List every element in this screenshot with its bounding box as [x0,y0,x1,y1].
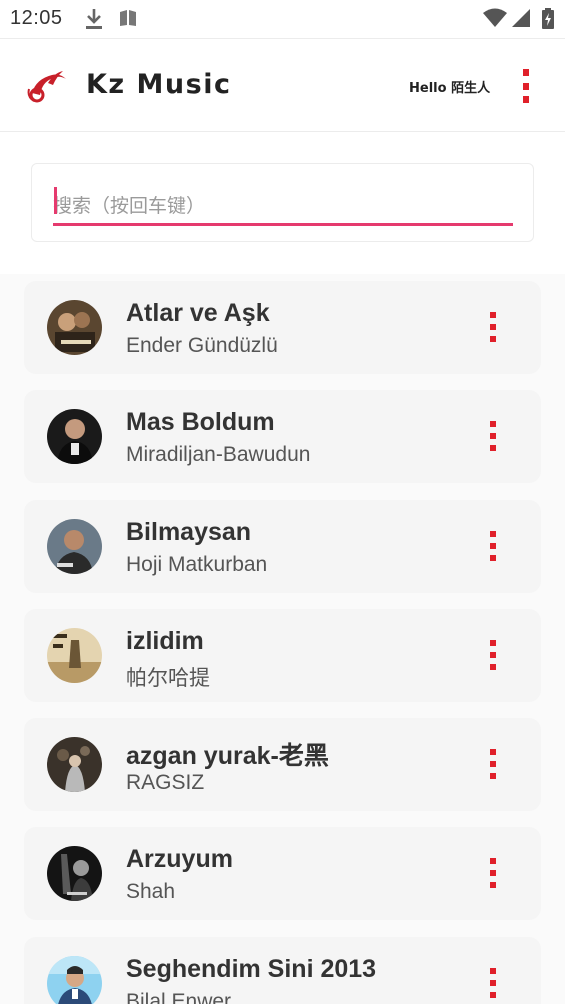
greeting-text: Hello 陌生人 [409,81,491,96]
album-cover [47,409,102,464]
song-card[interactable]: Mas Boldum Miradiljan-Bawudun [24,390,541,483]
song-list[interactable]: Atlar ve Aşk Ender Gündüzlü Mas Boldum M… [0,274,565,1004]
song-artist: RAGSIZ [126,771,205,794]
search-section [0,132,565,274]
battery-icon [541,8,555,35]
menu-dot [490,652,496,658]
menu-dot [490,858,496,864]
menu-dot [490,882,496,888]
song-artist: Bilal Enwer [126,990,232,1004]
more-vertical-icon[interactable] [490,531,498,561]
menu-dot [523,96,529,103]
song-artist: Miradiljan-Bawudun [126,443,311,466]
signal-icon [511,8,531,33]
menu-dot [490,968,496,974]
status-time: 12:05 [10,7,63,29]
more-vertical-icon[interactable] [490,968,498,998]
menu-dot [490,312,496,318]
song-card[interactable]: Atlar ve Aşk Ender Gündüzlü [24,281,541,374]
app-header: Kz Music Hello 陌生人 [0,38,565,132]
book-icon [118,8,138,33]
menu-dot [490,773,496,779]
menu-dot [523,69,529,76]
song-artist: Shah [126,880,176,903]
menu-dot [490,761,496,767]
more-vertical-icon[interactable] [490,640,498,670]
more-vertical-icon[interactable] [490,312,498,342]
song-title: Atlar ve Aşk [126,299,270,327]
search-input[interactable] [53,186,513,226]
menu-dot [523,82,529,90]
song-title: Arzuyum [126,845,233,873]
song-title: Seghendim Sini 2013 [126,955,377,983]
download-icon [84,8,104,35]
song-card[interactable]: Arzuyum Shah [24,827,541,920]
song-title: izlidim [126,627,204,655]
song-card[interactable]: izlidim 帕尔哈提 [24,609,541,702]
menu-dot [490,640,496,646]
song-artist: Ender Gündüzlü [126,334,278,357]
menu-dot [490,749,496,755]
menu-dot [490,433,496,439]
album-cover [47,300,102,355]
app-title: Kz Music [86,69,232,100]
wifi-icon [482,8,508,33]
menu-dot [490,531,496,537]
album-cover [47,846,102,901]
music-note-logo-icon [26,65,70,110]
song-card[interactable]: Bilmaysan Hoji Matkurban [24,500,541,593]
song-card[interactable]: Seghendim Sini 2013 Bilal Enwer [24,937,541,1004]
menu-dot [490,336,496,342]
album-cover [47,628,102,683]
more-vertical-icon[interactable] [490,858,498,888]
album-cover [47,519,102,574]
text-cursor [54,187,57,214]
song-title: Bilmaysan [126,518,252,546]
menu-dot [490,324,496,330]
song-artist: 帕尔哈提 [126,667,210,690]
menu-dot [490,992,496,998]
song-artist: Hoji Matkurban [126,553,268,576]
more-vertical-icon[interactable] [490,421,498,451]
album-cover [47,956,102,1004]
menu-dot [490,543,496,549]
menu-dot [490,555,496,561]
song-title: azgan yurak-老黑 [126,742,329,770]
album-cover [47,737,102,792]
menu-dot [490,445,496,451]
more-vertical-icon[interactable] [490,749,498,779]
search-underline [53,223,513,226]
song-title: Mas Boldum [126,408,275,436]
menu-dot [490,664,496,670]
menu-dot [490,421,496,427]
status-bar: 12:05 [0,0,565,38]
more-vertical-icon[interactable] [516,69,536,103]
menu-dot [490,980,496,986]
song-card[interactable]: azgan yurak-老黑 RAGSIZ [24,718,541,811]
search-card [31,163,534,242]
menu-dot [490,870,496,876]
